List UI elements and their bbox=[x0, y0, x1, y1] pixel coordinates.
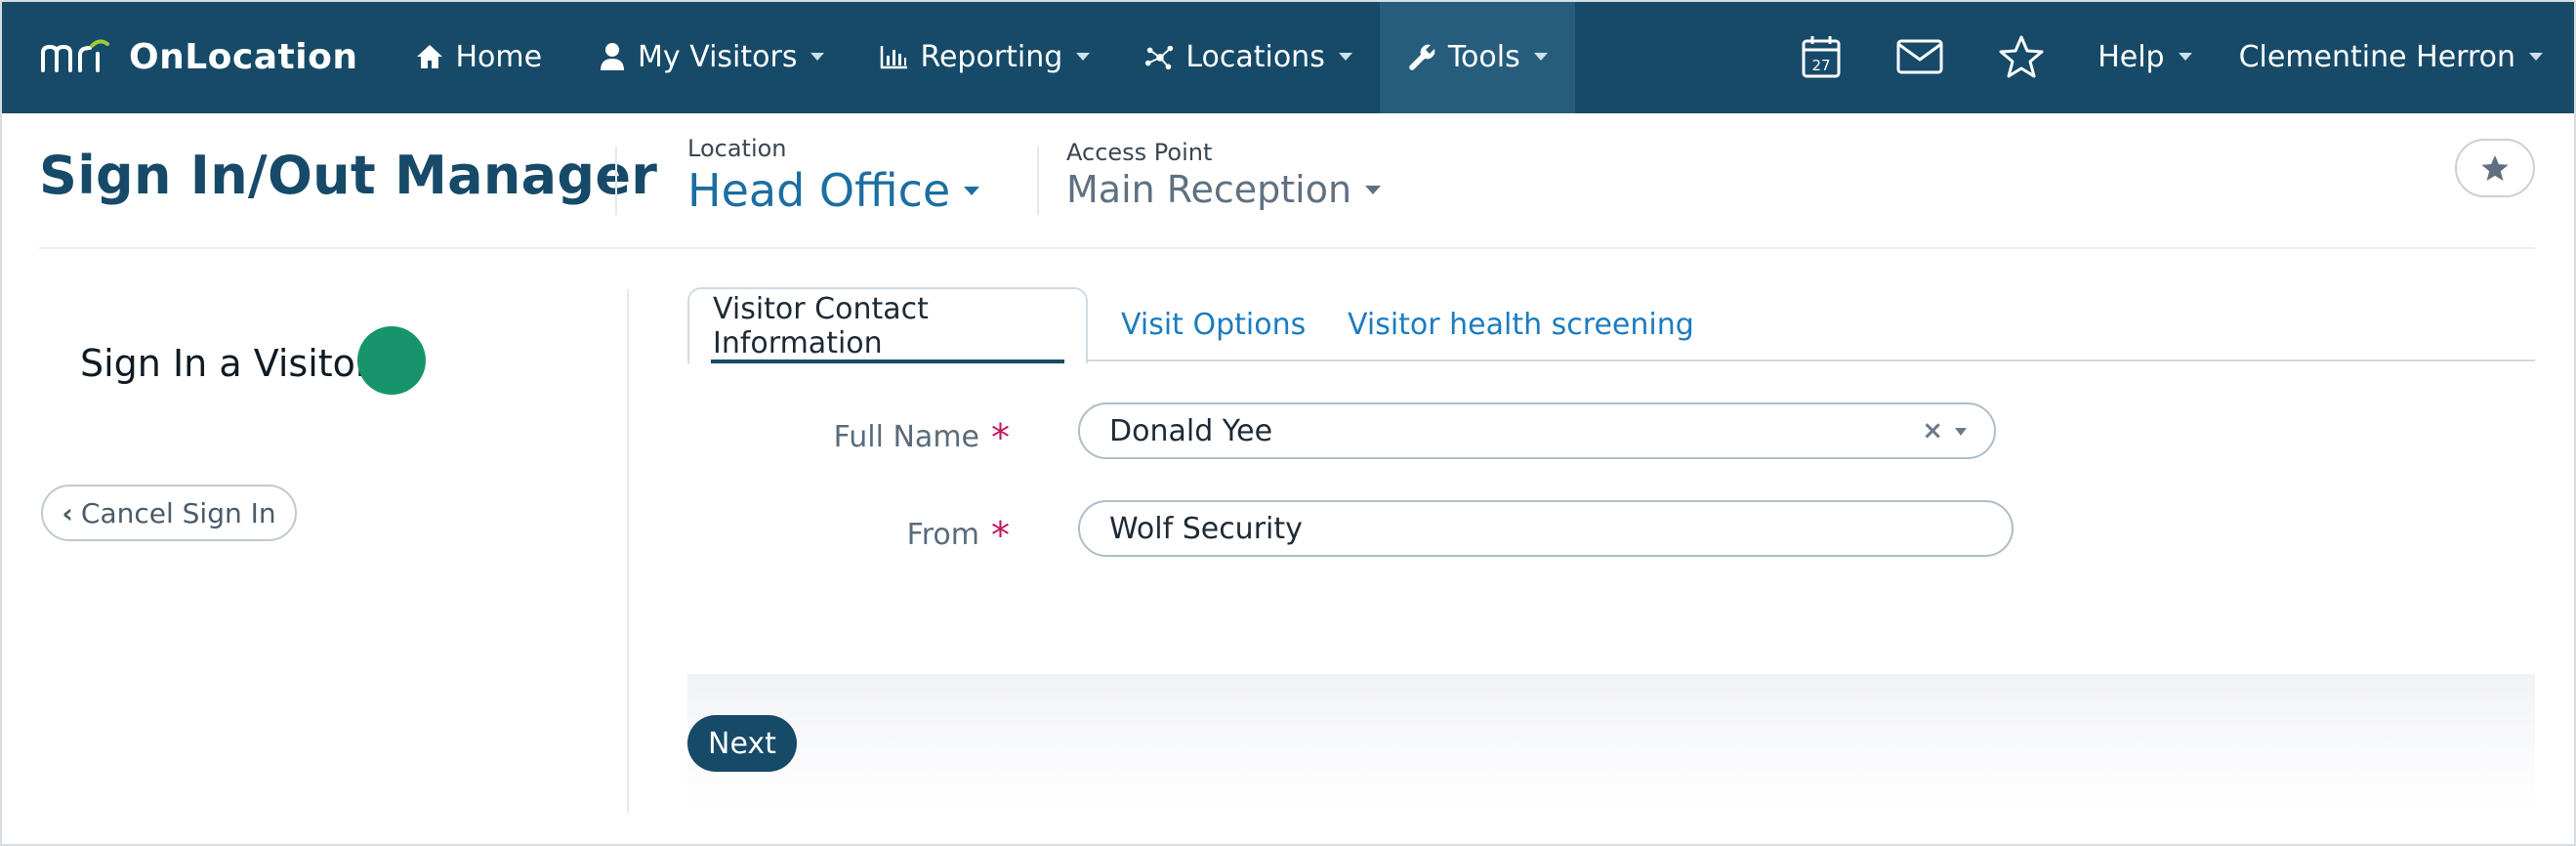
calendar-button[interactable]: 27 bbox=[1773, 0, 1869, 113]
nav-help[interactable]: Help bbox=[2072, 0, 2217, 113]
chevron-down-icon bbox=[964, 186, 980, 195]
tab-visit-options[interactable]: Visit Options bbox=[1098, 287, 1329, 361]
tab-label: Visitor Contact Information bbox=[713, 292, 929, 360]
access-point-value: Main Reception bbox=[1066, 168, 1352, 211]
header-separator bbox=[39, 247, 2535, 249]
tab-visitor-health-screening[interactable]: Visitor health screening bbox=[1324, 287, 1718, 361]
panel-divider bbox=[627, 289, 629, 813]
full-name-select[interactable]: Donald Yee × bbox=[1078, 402, 1996, 459]
calendar-icon: 27 bbox=[1802, 36, 1841, 78]
nav-home-label: Home bbox=[455, 39, 543, 74]
tab-visitor-contact-information[interactable]: Visitor Contact Information bbox=[687, 287, 1088, 363]
star-icon bbox=[2481, 154, 2509, 182]
header-divider bbox=[615, 147, 617, 215]
network-icon bbox=[1144, 41, 1176, 72]
full-name-value: Donald Yee bbox=[1109, 413, 1273, 448]
location-value: Head Office bbox=[687, 164, 951, 217]
mri-logo bbox=[41, 39, 109, 72]
from-label: From * bbox=[756, 510, 1010, 557]
full-name-label: Full Name * bbox=[756, 412, 1010, 459]
nav-help-label: Help bbox=[2098, 39, 2165, 74]
nav-locations[interactable]: Locations bbox=[1117, 0, 1380, 113]
cancel-sign-in-label: Cancel Sign In bbox=[80, 496, 276, 529]
chevron-down-icon bbox=[1365, 185, 1382, 194]
from-input[interactable]: Wolf Security bbox=[1078, 500, 2014, 557]
access-point-dropdown[interactable]: Main Reception bbox=[1066, 168, 1382, 211]
nav-my-visitors[interactable]: My Visitors bbox=[569, 0, 852, 113]
favorites-button[interactable] bbox=[1971, 0, 2072, 113]
location-selector[interactable]: Location Head Office bbox=[687, 135, 980, 217]
page-title: Sign In/Out Manager bbox=[39, 145, 658, 206]
home-icon bbox=[414, 41, 445, 72]
nav-right: 27 Help Clementine Herron bbox=[1773, 0, 2576, 113]
full-name-label-text: Full Name bbox=[833, 420, 979, 454]
wrench-icon bbox=[1407, 41, 1438, 72]
chevron-down-icon bbox=[1533, 53, 1548, 61]
nav-tools[interactable]: Tools bbox=[1379, 0, 1575, 113]
form-tabs: Visitor Contact Information Visit Option… bbox=[687, 287, 2535, 363]
tab-label: Visitor health screening bbox=[1348, 307, 1694, 342]
required-mark: * bbox=[991, 416, 1010, 459]
from-label-text: From bbox=[906, 518, 979, 552]
access-point-selector[interactable]: Access Point Main Reception bbox=[1066, 139, 1382, 211]
nav-reporting-label: Reporting bbox=[920, 39, 1063, 74]
form-footer bbox=[687, 674, 2535, 813]
brand[interactable]: OnLocation bbox=[39, 37, 357, 77]
clear-icon[interactable]: × bbox=[1922, 416, 1943, 445]
from-value: Wolf Security bbox=[1109, 511, 1303, 546]
nav-locations-label: Locations bbox=[1185, 39, 1325, 74]
user-icon bbox=[597, 41, 628, 72]
chevron-left-icon: ‹ bbox=[62, 496, 73, 529]
nav-user-menu[interactable]: Clementine Herron bbox=[2218, 0, 2543, 113]
location-dropdown[interactable]: Head Office bbox=[687, 164, 980, 217]
bar-chart-icon bbox=[879, 41, 910, 72]
sign-in-visitor-title: Sign In a Visitor bbox=[80, 342, 371, 385]
calendar-day: 27 bbox=[1812, 57, 1831, 74]
cancel-sign-in-button[interactable]: ‹ Cancel Sign In bbox=[41, 485, 297, 541]
next-button[interactable]: Next bbox=[687, 715, 797, 772]
access-point-label: Access Point bbox=[1066, 139, 1213, 166]
nav-user-name: Clementine Herron bbox=[2238, 39, 2515, 74]
required-mark: * bbox=[991, 514, 1010, 557]
chevron-down-icon bbox=[810, 53, 825, 61]
nav-my-visitors-label: My Visitors bbox=[638, 39, 798, 74]
status-indicator bbox=[357, 326, 426, 395]
star-icon bbox=[1999, 35, 2044, 78]
brand-name: OnLocation bbox=[129, 36, 358, 77]
tab-label: Visit Options bbox=[1121, 307, 1307, 342]
chevron-down-icon bbox=[1338, 53, 1352, 61]
chevron-down-icon bbox=[2529, 53, 2543, 61]
dropdown-arrow-icon[interactable] bbox=[1955, 428, 1967, 436]
location-label: Location bbox=[687, 135, 787, 162]
add-favorite-button[interactable] bbox=[2455, 139, 2535, 197]
nav-tools-label: Tools bbox=[1447, 39, 1520, 74]
chevron-down-icon bbox=[2178, 53, 2192, 61]
chevron-down-icon bbox=[1076, 53, 1091, 61]
nav-home[interactable]: Home bbox=[387, 0, 569, 113]
header-divider bbox=[1037, 147, 1039, 215]
mail-button[interactable] bbox=[1869, 0, 1971, 113]
mail-icon bbox=[1896, 39, 1943, 74]
top-navbar: OnLocation Home My Visitors Reporting Lo… bbox=[0, 0, 2576, 113]
nav-reporting[interactable]: Reporting bbox=[852, 0, 1117, 113]
